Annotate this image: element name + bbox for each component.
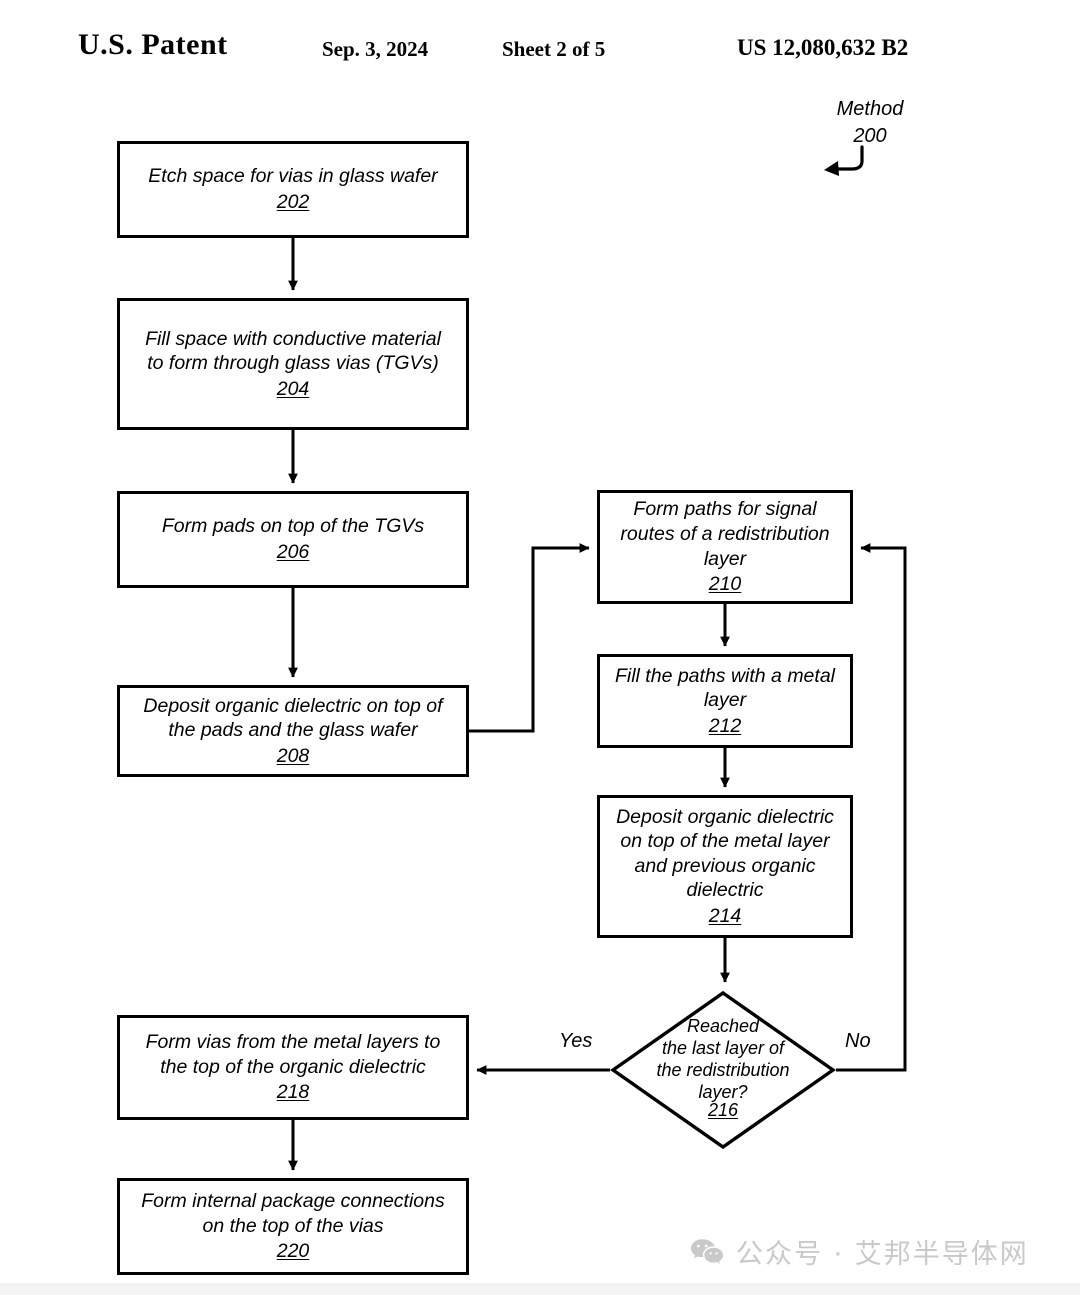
flow-node-208-text: Deposit organic dielectric on top of the…: [143, 694, 443, 742]
flow-node-216-decision[interactable]: Reached the last layer of the redistribu…: [610, 990, 836, 1150]
patent-header: U.S. Patent Sep. 3, 2024 Sheet 2 of 5 US…: [0, 28, 1080, 72]
flow-node-210[interactable]: Form paths for signal routes of a redist…: [597, 490, 853, 604]
patent-sheet-page: U.S. Patent Sep. 3, 2024 Sheet 2 of 5 US…: [0, 0, 1080, 1295]
flow-node-220-ref: 220: [276, 1240, 310, 1263]
watermark-text: 公众号 · 艾邦半导体网: [736, 1239, 1029, 1270]
flow-node-216-text: Reached the last layer of the redistribu…: [656, 1016, 790, 1102]
flow-node-206-ref: 206: [276, 541, 310, 563]
flow-node-212[interactable]: Fill the paths with a metal layer 212: [597, 654, 853, 748]
flow-node-216-ref: 216: [707, 1100, 739, 1120]
flow-node-204[interactable]: Fill space with conductive material to f…: [117, 298, 469, 430]
patent-office-label: U.S. Patent: [78, 28, 228, 61]
flow-node-220[interactable]: Form internal package connections on the…: [117, 1178, 469, 1275]
patent-number: US 12,080,632 B2: [737, 35, 909, 60]
flow-node-214-text: Deposit organic dielectric on top of the…: [616, 805, 834, 902]
patent-date: Sep. 3, 2024: [322, 37, 429, 61]
edge-label-no: No: [845, 1030, 871, 1052]
flow-node-214-ref: 214: [708, 904, 742, 927]
flow-node-204-ref: 204: [276, 377, 310, 400]
flow-node-212-ref: 212: [708, 714, 742, 737]
flow-node-208[interactable]: Deposit organic dielectric on top of the…: [117, 685, 469, 777]
flow-node-212-text: Fill the paths with a metal layer: [614, 664, 835, 712]
flow-node-206-text: Form pads on top of the TGVs: [161, 515, 425, 538]
wechat-icon: [691, 1238, 723, 1264]
flow-node-218-text: Form vias from the metal layers to the t…: [145, 1031, 441, 1078]
flow-node-202-ref: 202: [276, 191, 310, 213]
flow-node-218-ref: 218: [276, 1081, 310, 1104]
edge-208-210: [469, 543, 590, 733]
flow-node-208-ref: 208: [276, 744, 310, 767]
flow-node-210-ref: 210: [708, 573, 742, 596]
page-bottom-strip: [0, 1283, 1080, 1295]
flow-node-202-text: Etch space for vias in glass wafer: [148, 165, 438, 188]
flow-node-214[interactable]: Deposit organic dielectric on top of the…: [597, 795, 853, 938]
flow-node-202[interactable]: Etch space for vias in glass wafer 202: [117, 141, 469, 238]
flow-node-220-text: Form internal package connections on the…: [141, 1190, 445, 1237]
watermark: 公众号 · 艾邦半导体网: [690, 1232, 1029, 1271]
flow-node-210-text: Form paths for signal routes of a redist…: [620, 498, 830, 570]
method-callout-label: Method 200: [836, 98, 904, 147]
flow-node-206[interactable]: Form pads on top of the TGVs 206: [117, 491, 469, 588]
method-callout-arrow-icon: [824, 145, 864, 176]
flow-node-218[interactable]: Form vias from the metal layers to the t…: [117, 1015, 469, 1120]
sheet-number: Sheet 2 of 5: [502, 37, 606, 61]
edge-label-yes: Yes: [559, 1030, 593, 1052]
flow-node-204-text: Fill space with conductive material to f…: [145, 327, 441, 375]
